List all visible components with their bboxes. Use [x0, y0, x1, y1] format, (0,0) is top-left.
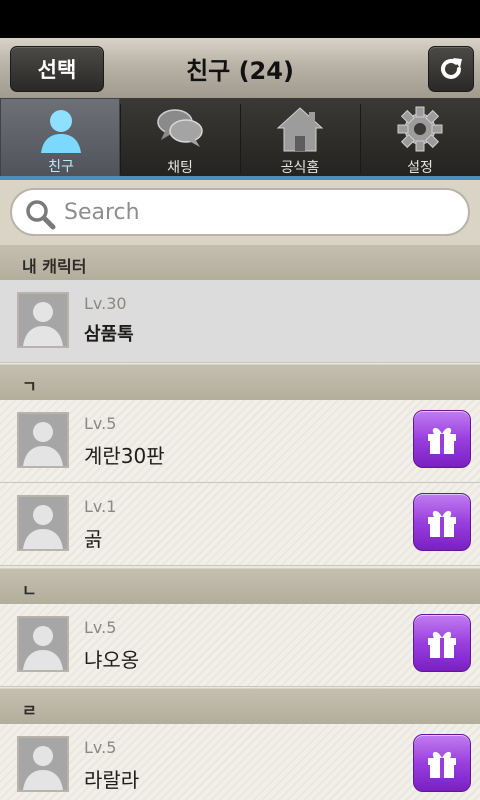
friend-row[interactable]: Lv.5 계란30판 [0, 400, 480, 483]
avatar [17, 292, 69, 348]
level-text: Lv.30 [84, 294, 127, 313]
select-button[interactable]: 선택 [10, 46, 104, 92]
tab-label: 설정 [407, 160, 433, 176]
avatar [17, 616, 69, 672]
gear-icon [397, 106, 443, 152]
friend-row[interactable]: Lv.1 곩 [0, 483, 480, 566]
section-label: 내 캐릭터 [22, 257, 87, 276]
friend-name: 삼품톡 [84, 324, 134, 345]
friend-name: 곩 [84, 527, 103, 551]
gift-button[interactable] [413, 614, 471, 672]
section-label: ㄹ [22, 701, 37, 720]
friend-name: 계란30판 [84, 444, 165, 468]
gift-button[interactable] [413, 410, 471, 468]
status-bar [0, 0, 480, 38]
gift-icon [428, 751, 456, 778]
tab-label: 친구 [48, 159, 74, 175]
section-header-r: ㄹ [0, 688, 480, 726]
default-avatar-icon [19, 618, 67, 670]
page-title: 친구 (24) [186, 56, 294, 85]
gift-icon [428, 631, 456, 658]
title-bar: 선택 친구 (24) [0, 38, 480, 99]
screen: 선택 친구 (24) 친구 채팅 공식홈 설정 Search 내 캐릭터 Lv.… [0, 0, 480, 800]
search-icon [26, 200, 56, 230]
default-avatar-icon [19, 294, 67, 346]
tab-bar: 친구 채팅 공식홈 설정 [0, 98, 480, 180]
tab-chat[interactable]: 채팅 [120, 98, 240, 180]
avatar [17, 736, 69, 792]
refresh-button[interactable] [428, 46, 474, 92]
tab-label: 채팅 [167, 160, 193, 176]
level-text: Lv.1 [84, 497, 117, 516]
level-text: Lv.5 [84, 414, 117, 433]
friend-list[interactable]: 내 캐릭터 Lv.30 삼품톡 ㄱ Lv.5 계란30판 Lv.1 곩 ㄴ Lv… [0, 244, 480, 800]
friend-name: 냐오옹 [84, 648, 140, 672]
section-header-my-character: 내 캐릭터 [0, 244, 480, 282]
section-label: ㄱ [22, 377, 37, 396]
section-header-n: ㄴ [0, 568, 480, 606]
gift-button[interactable] [413, 493, 471, 551]
friend-row[interactable]: Lv.5 냐오옹 [0, 604, 480, 687]
gift-icon [428, 427, 456, 454]
gift-icon [428, 510, 456, 537]
section-label: ㄴ [22, 581, 37, 600]
search-bar: Search [0, 180, 480, 244]
default-avatar-icon [19, 497, 67, 549]
level-text: Lv.5 [84, 618, 117, 637]
gift-button[interactable] [413, 734, 471, 792]
my-character-row[interactable]: Lv.30 삼품톡 [0, 280, 480, 363]
tab-friends[interactable]: 친구 [0, 98, 120, 180]
chat-bubbles-icon [157, 109, 203, 147]
home-icon [276, 107, 324, 152]
person-icon [41, 110, 81, 153]
default-avatar-icon [19, 738, 67, 790]
level-text: Lv.5 [84, 738, 117, 757]
refresh-icon [441, 58, 462, 79]
section-header-g: ㄱ [0, 364, 480, 402]
tab-label: 공식홈 [280, 160, 320, 176]
search-placeholder: Search [64, 200, 140, 225]
tab-official-home[interactable]: 공식홈 [240, 98, 360, 180]
friend-row[interactable]: Lv.5 라랄라 [0, 724, 480, 800]
tab-settings[interactable]: 설정 [360, 98, 480, 180]
avatar [17, 495, 69, 551]
search-input[interactable]: Search [10, 188, 470, 236]
friend-name: 라랄라 [84, 768, 140, 792]
avatar [17, 412, 69, 468]
default-avatar-icon [19, 414, 67, 466]
